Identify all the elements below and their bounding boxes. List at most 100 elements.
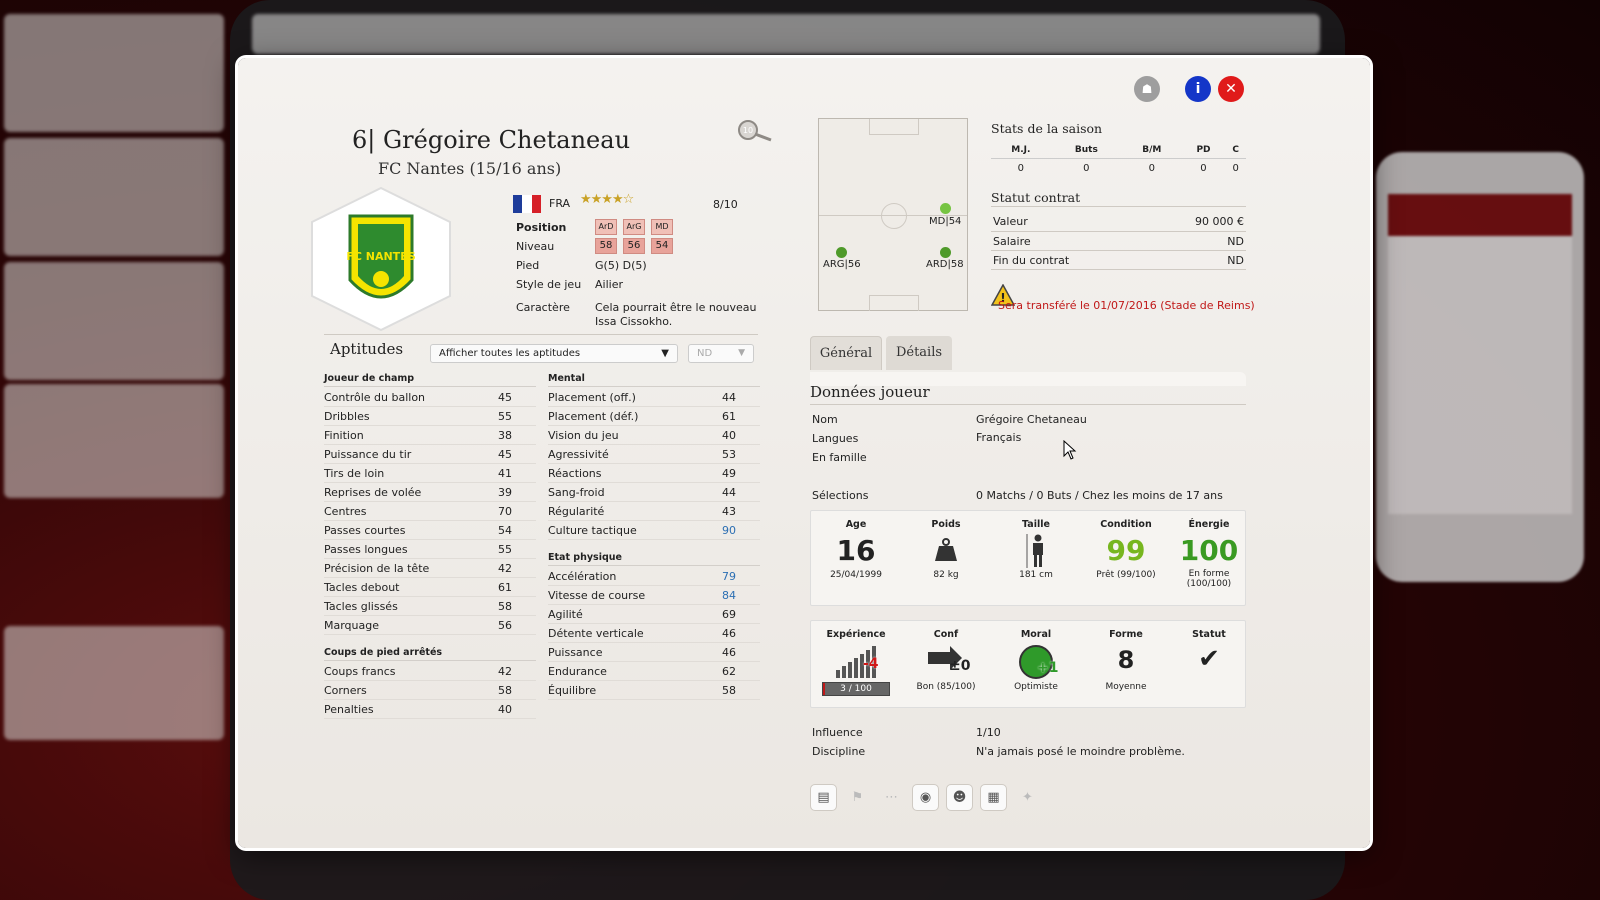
valeur-label: Valeur [993, 215, 1028, 228]
attribute-name: Tirs de loin [324, 467, 385, 480]
training-icon[interactable]: ⚑ [844, 784, 871, 811]
niveau-pill-ard: 58 [595, 238, 617, 254]
attribute-row: Marquage 56 [324, 616, 536, 635]
attribute-value: 69 [722, 608, 736, 621]
attribute-value: 70 [498, 505, 512, 518]
position-label: Position [516, 221, 567, 234]
attribute-value: 90 [722, 524, 736, 537]
attribute-name: Coups francs [324, 665, 396, 678]
discipline-value: N'a jamais posé le moindre problème. [976, 745, 1185, 758]
attribute-value: 40 [722, 429, 736, 442]
attribute-row: Agressivité 53 [548, 445, 760, 464]
energie-value: 100 [1179, 534, 1239, 567]
birth-date: 25/04/1999 [830, 570, 882, 580]
statut-cell: Statut ✔ [1171, 629, 1247, 674]
experience-cell: Expérience -4 3 / 100 [811, 629, 901, 696]
attribute-row: Tirs de loin 41 [324, 464, 536, 483]
nom-label: Nom [812, 413, 838, 426]
moral-circle-icon: +1 [991, 644, 1081, 679]
check-icon: ✔ [1198, 644, 1220, 674]
poids-label: Poids [931, 519, 961, 530]
field-column-header-2: Coups de pied arrêtés [324, 644, 536, 661]
attribute-row: Contrôle du ballon 45 [324, 388, 536, 407]
experience-progress-text: 3 / 100 [840, 684, 872, 694]
pitch-dot-ard [940, 247, 951, 258]
clipboard-icon[interactable]: ▦ [980, 784, 1007, 811]
attribute-name: Vision du jeu [548, 429, 619, 442]
aptitudes-filter-value: Afficher toutes les aptitudes [439, 348, 581, 359]
niveau-pill-md: 54 [651, 238, 673, 254]
info-button[interactable]: i [1185, 76, 1211, 102]
salaire-value: ND [1227, 235, 1244, 248]
code-icon[interactable]: ⋯ [878, 784, 905, 811]
secondary-filter-dropdown[interactable]: ND ▼ [688, 344, 754, 363]
discipline-label: Discipline [812, 745, 866, 758]
background-calendar [252, 14, 1320, 54]
attribute-value: 55 [498, 410, 512, 423]
taille-cell: Taille 181 cm [991, 519, 1081, 580]
attribute-name: Précision de la tête [324, 562, 430, 575]
mental-column-header-1: Mental [548, 370, 760, 387]
niveau-label: Niveau [516, 240, 555, 253]
moral-status: Optimiste [1014, 682, 1058, 692]
conf-status: Bon (85/100) [916, 682, 976, 692]
pied-value: G(5) D(5) [595, 259, 647, 272]
zoom-magnifier-icon[interactable]: 10 [736, 118, 776, 144]
attribute-row: Placement (off.) 44 [548, 388, 760, 407]
scout-icon-button[interactable]: ☗ [1134, 76, 1160, 102]
star-rating: ★★★★☆ [580, 192, 634, 207]
fin-contrat-value: ND [1227, 254, 1244, 267]
aptitudes-title: Aptitudes [330, 340, 404, 358]
forme-value: 8 [1117, 646, 1135, 674]
divider [324, 334, 758, 335]
background-panel-budget [4, 138, 224, 256]
season-stat-header: PD [1181, 142, 1226, 159]
attribute-name: Vitesse de course [548, 589, 646, 602]
attribute-row: Endurance 62 [548, 662, 760, 681]
fin-contrat-label: Fin du contrat [993, 254, 1070, 267]
attribute-value: 41 [498, 467, 512, 480]
taille-value: 181 cm [1019, 570, 1053, 580]
donnees-joueur-title: Données joueur [810, 383, 930, 401]
aptitudes-filter-dropdown[interactable]: Afficher toutes les aptitudes ▼ [430, 344, 678, 363]
age-label: Age [845, 519, 867, 530]
forme-status: Moyenne [1105, 682, 1147, 692]
report-icon[interactable]: ▤ [810, 784, 837, 811]
field-column-header-1: Joueur de champ [324, 370, 536, 387]
close-button[interactable]: ✕ [1218, 76, 1244, 102]
attribute-value: 56 [498, 619, 512, 632]
age-cell: Age 16 25/04/1999 [811, 519, 901, 580]
selections-value: 0 Matchs / 0 Buts / Chez les moins de 17… [976, 489, 1223, 502]
age-value: 16 [836, 534, 876, 567]
award-icon[interactable]: ✦ [1014, 784, 1041, 811]
tab-details[interactable]: Détails [886, 336, 952, 370]
tab-general[interactable]: Général [810, 336, 882, 370]
rating-text: 8/10 [713, 198, 738, 211]
attribute-row: Sang-froid 44 [548, 483, 760, 502]
attribute-name: Réactions [548, 467, 602, 480]
background-phone [1376, 152, 1584, 582]
pitch-label-md: MD|54 [929, 216, 962, 227]
attribute-row: Vitesse de course 84 [548, 586, 760, 605]
attribute-value: 61 [498, 581, 512, 594]
talk-icon[interactable]: ☻ [946, 784, 973, 811]
niveau-pill-arg: 56 [623, 238, 645, 254]
attribute-row: Puissance 46 [548, 643, 760, 662]
club-crest: FC NANTES [300, 184, 462, 334]
season-stat-header: C [1225, 142, 1246, 159]
player-title: 6| Grégoire Chetaneau [352, 126, 631, 154]
attribute-name: Finition [324, 429, 364, 442]
attribute-value: 84 [722, 589, 736, 602]
pitch-dot-md [940, 203, 951, 214]
season-stat-value: 0 [1148, 162, 1155, 174]
attribute-value: 46 [722, 627, 736, 640]
eye-icon[interactable]: ◉ [912, 784, 939, 811]
experience-progress-bar: 3 / 100 [822, 682, 890, 696]
mental-column-header-2: Etat physique [548, 549, 760, 566]
poids-value: 82 kg [933, 570, 959, 580]
divider [991, 231, 1246, 232]
attribute-name: Culture tactique [548, 524, 637, 537]
divider [810, 404, 1246, 405]
player-club[interactable]: FC Nantes (15/16 ans) [378, 159, 561, 178]
